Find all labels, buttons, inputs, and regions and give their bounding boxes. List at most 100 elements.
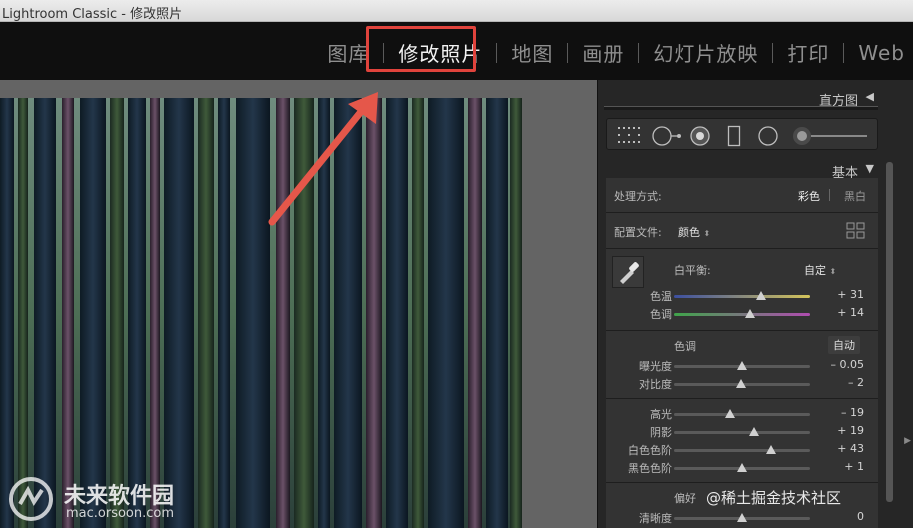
module-separator (843, 42, 845, 63)
slider-track[interactable] (674, 295, 810, 298)
slider-track[interactable] (674, 313, 810, 316)
slider-value[interactable]: – 2 (848, 376, 864, 389)
white-balance-label: 白平衡: (674, 264, 711, 277)
slider-label: 阴影 (650, 426, 672, 439)
slider-thumb[interactable] (756, 291, 767, 300)
shadows-slider[interactable]: 阴影 + 19 (606, 424, 878, 440)
spot-removal-icon[interactable] (651, 125, 683, 147)
slider-label: 白色色阶 (628, 444, 672, 457)
crop-overlay-icon[interactable] (617, 125, 641, 145)
slider-label: 色温 (650, 290, 672, 303)
tint-slider[interactable]: 色调 + 14 (606, 306, 878, 322)
tree-trunk (334, 98, 362, 528)
slider-value[interactable]: + 43 (837, 442, 864, 455)
module-print[interactable]: 打印 (787, 38, 829, 67)
radial-filter-icon[interactable] (757, 125, 779, 147)
divider (606, 212, 878, 213)
slider-label: 曝光度 (639, 360, 672, 373)
clarity-slider[interactable]: 清晰度 0 (606, 510, 878, 526)
tree-trunk (18, 98, 28, 528)
graduated-filter-icon[interactable] (727, 125, 741, 147)
slider-value[interactable]: + 14 (837, 306, 864, 319)
red-eye-icon[interactable] (689, 125, 711, 147)
tool-strip (606, 118, 878, 150)
slider-thumb[interactable] (737, 361, 747, 370)
slider-value[interactable]: – 0.05 (831, 358, 865, 371)
collapse-left-icon: ◀ (865, 90, 874, 103)
tree-trunk (486, 98, 508, 528)
slider-thumb[interactable] (735, 379, 746, 388)
module-slideshow[interactable]: 幻灯片放映 (653, 38, 758, 67)
slider-thumb[interactable] (737, 513, 747, 522)
tree-trunk (150, 98, 160, 528)
slider-thumb[interactable] (724, 409, 735, 418)
exposure-slider[interactable]: 曝光度 – 0.05 (606, 358, 878, 374)
slider-value[interactable]: – 19 (841, 406, 864, 419)
slider-thumb[interactable] (765, 445, 776, 454)
develop-highlight-box (366, 26, 476, 72)
treatment-bw-option[interactable]: 黑白 (844, 188, 866, 204)
tree-trunk (366, 98, 382, 528)
tree-trunk (80, 98, 106, 528)
temp-slider[interactable]: 色温 + 31 (606, 288, 878, 304)
blacks-slider[interactable]: 黑色色阶 + 1 (606, 460, 878, 476)
slider-value[interactable]: + 19 (837, 424, 864, 437)
panel-scrollbar[interactable] (886, 162, 893, 502)
slider-thumb[interactable] (737, 463, 747, 472)
module-map[interactable]: 地图 (511, 38, 553, 67)
tree-trunk (412, 98, 424, 528)
slider-label: 对比度 (639, 378, 672, 391)
module-separator (496, 42, 498, 63)
treatment-label: 处理方式: (614, 190, 662, 203)
divider (606, 398, 878, 399)
module-book[interactable]: 画册 (582, 38, 624, 67)
expand-down-icon: ▼ (865, 162, 874, 175)
slider-thumb[interactable] (745, 309, 756, 318)
slider-value[interactable]: 0 (857, 510, 864, 523)
slider-thumb[interactable] (749, 427, 760, 436)
slider-track[interactable] (674, 449, 810, 452)
slider-value[interactable]: + 31 (837, 288, 864, 301)
slider-value[interactable]: + 1 (844, 460, 864, 473)
white-balance-dropdown[interactable]: 自定 ⬍ (804, 262, 836, 278)
orsoon-logo-icon (9, 477, 53, 521)
slider-label: 色调 (650, 308, 672, 321)
highlights-slider[interactable]: 高光 – 19 (606, 406, 878, 422)
forest-photo[interactable] (0, 98, 522, 528)
slider-track[interactable] (674, 413, 810, 416)
juejin-watermark: @稀土掘金技术社区 (706, 489, 842, 507)
slider-label: 黑色色阶 (628, 462, 672, 475)
tree-trunk (386, 98, 408, 528)
tone-label: 色调 (674, 340, 696, 353)
profile-dropdown[interactable]: 颜色 ⬍ (678, 224, 710, 240)
updown-icon: ⬍ (829, 267, 837, 276)
tree-trunk (236, 98, 270, 528)
profile-browser-icon[interactable] (846, 222, 866, 240)
tree-trunk (110, 98, 124, 528)
adjustment-brush-icon[interactable] (791, 125, 871, 147)
module-library[interactable]: 图库 (327, 38, 369, 67)
presence-label: 偏好 (674, 492, 696, 505)
histogram-area (604, 106, 878, 110)
tree-trunk (62, 98, 74, 528)
treatment-separator (829, 189, 830, 201)
tree-trunk (510, 98, 522, 528)
window-title: Lightroom Classic - 修改照片 (2, 7, 183, 22)
divider (606, 248, 878, 249)
eyedropper-icon[interactable] (612, 256, 644, 288)
module-web[interactable]: Web (858, 41, 905, 65)
auto-tone-button[interactable]: 自动 (828, 336, 860, 354)
profile-value: 颜色 (678, 226, 700, 239)
orsoon-url-text: mac.orsoon.com (66, 506, 175, 521)
contrast-slider[interactable]: 对比度 – 2 (606, 376, 878, 392)
whites-slider[interactable]: 白色色阶 + 43 (606, 442, 878, 458)
photo-canvas (0, 80, 597, 528)
treatment-color-option[interactable]: 彩色 (798, 188, 820, 204)
white-balance-value: 自定 (804, 264, 826, 277)
tree-trunk (0, 98, 14, 528)
divider (606, 482, 878, 483)
module-separator (567, 42, 569, 63)
module-separator (772, 42, 774, 63)
collapse-panel-icon[interactable]: ▶ (904, 436, 911, 446)
slider-track[interactable] (674, 431, 810, 434)
